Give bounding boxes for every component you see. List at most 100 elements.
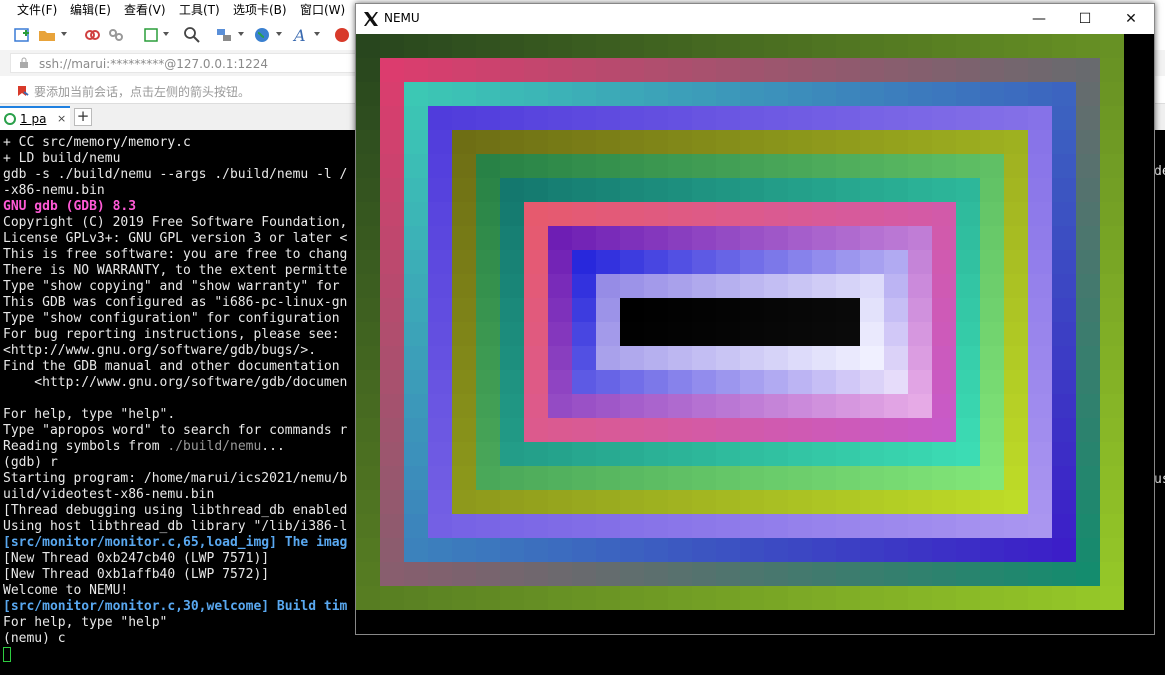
pattern-cell (356, 346, 380, 370)
maximize-button[interactable]: ☐ (1062, 4, 1108, 34)
pattern-cell (908, 322, 932, 346)
terminal-line-text: This is free software: you are free to c… (3, 247, 348, 262)
menu-view[interactable]: 查看(V) (124, 1, 166, 18)
chevron-down-icon[interactable] (163, 32, 169, 36)
terminal-line: [Thread debugging using libthread_db ena… (3, 503, 347, 519)
pattern-cell (1028, 538, 1052, 562)
pattern-cell (428, 106, 452, 130)
pattern-cell (548, 490, 572, 514)
pattern-cell (884, 490, 908, 514)
properties-icon[interactable] (139, 23, 163, 47)
menu-tabs[interactable]: 选项卡(B) (233, 1, 287, 18)
pattern-cell (932, 82, 956, 106)
pattern-cell (380, 418, 404, 442)
pattern-cell (380, 514, 404, 538)
menu-file[interactable]: 文件(F) (17, 1, 57, 18)
globe-icon[interactable] (250, 23, 274, 47)
pattern-cell (644, 586, 668, 610)
pattern-cell (740, 34, 764, 58)
pattern-cell (836, 490, 860, 514)
pattern-cell (668, 154, 692, 178)
pattern-cell (476, 178, 500, 202)
terminal-line-text: This GDB was configured as "i686-pc-linu… (3, 295, 348, 310)
pattern-cell (956, 82, 980, 106)
pattern-cell (452, 514, 476, 538)
pattern-cell (860, 34, 884, 58)
pattern-cell (548, 58, 572, 82)
open-folder-icon[interactable] (35, 23, 59, 47)
pattern-cell (1100, 106, 1124, 130)
pattern-cell (1076, 418, 1100, 442)
pattern-cell (836, 154, 860, 178)
connect-icon[interactable] (80, 23, 104, 47)
menu-edit[interactable]: 编辑(E) (70, 1, 111, 18)
minimize-button[interactable]: — (1016, 4, 1062, 34)
pattern-cell (476, 298, 500, 322)
close-button[interactable]: ✕ (1108, 4, 1154, 34)
pattern-cell (524, 514, 548, 538)
chevron-down-icon[interactable] (61, 32, 67, 36)
nemu-window[interactable]: NEMU — ☐ ✕ (355, 3, 1155, 635)
pattern-cell (812, 154, 836, 178)
pattern-cell (668, 58, 692, 82)
pattern-cell (692, 418, 716, 442)
pattern-cell (956, 298, 980, 322)
pattern-cell (644, 466, 668, 490)
pattern-cell (404, 514, 428, 538)
find-icon[interactable] (180, 23, 204, 47)
pattern-cell (1076, 250, 1100, 274)
pattern-cell (476, 130, 500, 154)
chevron-down-icon[interactable] (276, 32, 282, 36)
terminal-line-text: There is NO WARRANTY, to the extent perm… (3, 263, 348, 278)
tab-session[interactable]: 1 pa × (0, 106, 70, 130)
xshell-logo-icon[interactable] (330, 23, 354, 47)
close-icon[interactable]: × (57, 112, 66, 125)
pattern-cell (668, 274, 692, 298)
pattern-cell (476, 154, 500, 178)
pattern-cell (1100, 58, 1124, 82)
pattern-cell (476, 538, 500, 562)
pattern-cell (428, 58, 452, 82)
pattern-cell (452, 82, 476, 106)
pattern-cell (548, 418, 572, 442)
terminal-line: This is free software: you are free to c… (3, 247, 347, 263)
nemu-display (356, 34, 1154, 634)
pattern-cell (716, 58, 740, 82)
pattern-cell (740, 154, 764, 178)
pattern-cell (476, 322, 500, 346)
pattern-cell (476, 442, 500, 466)
pattern-cell (428, 154, 452, 178)
pattern-cell (572, 562, 596, 586)
pattern-cell (1100, 274, 1124, 298)
pattern-cell (1028, 226, 1052, 250)
pattern-cell (356, 226, 380, 250)
font-icon[interactable]: A (288, 23, 312, 47)
menu-tools[interactable]: 工具(T) (179, 1, 220, 18)
pattern-cell (788, 562, 812, 586)
pattern-cell (596, 538, 620, 562)
chevron-down-icon[interactable] (314, 32, 320, 36)
pattern-cell (1076, 394, 1100, 418)
add-tab-button[interactable]: + (74, 108, 92, 126)
pattern-cell (932, 178, 956, 202)
pattern-cell (764, 106, 788, 130)
nemu-titlebar[interactable]: NEMU — ☐ ✕ (356, 4, 1154, 34)
pattern-cell (692, 490, 716, 514)
new-session-icon[interactable] (10, 23, 34, 47)
pattern-cell (1004, 298, 1028, 322)
pattern-cell (908, 418, 932, 442)
pattern-cell (1076, 322, 1100, 346)
pattern-cell (980, 58, 1004, 82)
menu-window[interactable]: 窗口(W) (300, 1, 345, 18)
pattern-cell (692, 322, 716, 346)
pattern-cell (356, 322, 380, 346)
layout-icon[interactable] (212, 23, 236, 47)
pattern-cell (1028, 34, 1052, 58)
disconnect-icon[interactable] (104, 23, 128, 47)
pattern-cell (380, 586, 404, 610)
terminal-line-text: For bug reporting instructions, please s… (3, 327, 340, 342)
pattern-cell (884, 514, 908, 538)
pattern-cell (1100, 154, 1124, 178)
bookmark-arrow-icon[interactable] (16, 84, 30, 98)
chevron-down-icon[interactable] (238, 32, 244, 36)
